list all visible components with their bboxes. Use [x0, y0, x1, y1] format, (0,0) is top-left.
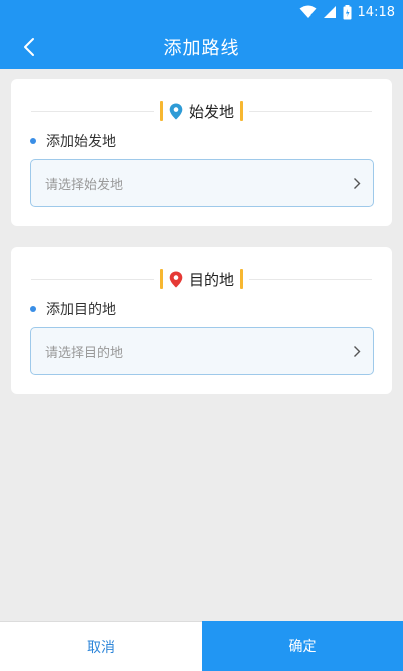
page-title: 添加路线 [163, 37, 240, 59]
origin-section-label: 添加始发地 [30, 131, 116, 151]
origin-header-text: 始发地 [188, 102, 234, 121]
bullet-dot [30, 138, 36, 144]
origin-section-text: 添加始发地 [46, 134, 116, 150]
bullet-dot [30, 306, 36, 312]
destination-card: 目的地 添加目的地 请选择目的地 [11, 247, 392, 394]
status-time: 14:18 [357, 4, 395, 20]
location-pin-icon [169, 103, 183, 120]
chevron-right-icon [354, 177, 361, 189]
back-button[interactable] [14, 24, 44, 69]
back-arrow-icon [24, 37, 34, 56]
destination-header-text: 目的地 [188, 270, 234, 289]
destination-placeholder: 请选择目的地 [45, 345, 124, 361]
destination-section-text: 添加目的地 [46, 302, 116, 318]
origin-placeholder: 请选择始发地 [45, 177, 124, 193]
destination-section-label: 添加目的地 [30, 299, 116, 319]
bottom-action-bar: 取消 确定 [0, 621, 403, 671]
confirm-button[interactable]: 确定 [202, 621, 403, 671]
battery-icon [343, 4, 352, 20]
cancel-button[interactable]: 取消 [0, 621, 202, 671]
location-pin-icon [169, 271, 183, 288]
wifi-icon [299, 5, 317, 19]
app-bar: 添加路线 [0, 24, 403, 69]
origin-select-field[interactable]: 请选择始发地 [30, 159, 374, 207]
destination-select-field[interactable]: 请选择目的地 [30, 327, 374, 375]
status-bar: 14:18 [0, 0, 403, 24]
accent-bar-left [159, 269, 163, 289]
accent-bar-right [240, 269, 243, 289]
accent-bar-left [159, 101, 163, 121]
origin-card: 始发地 添加始发地 请选择始发地 [11, 79, 392, 226]
signal-icon [323, 5, 337, 19]
accent-bar-right [240, 101, 243, 121]
chevron-right-icon [354, 345, 361, 357]
destination-card-header: 目的地 [31, 267, 372, 291]
origin-card-header: 始发地 [31, 99, 372, 123]
